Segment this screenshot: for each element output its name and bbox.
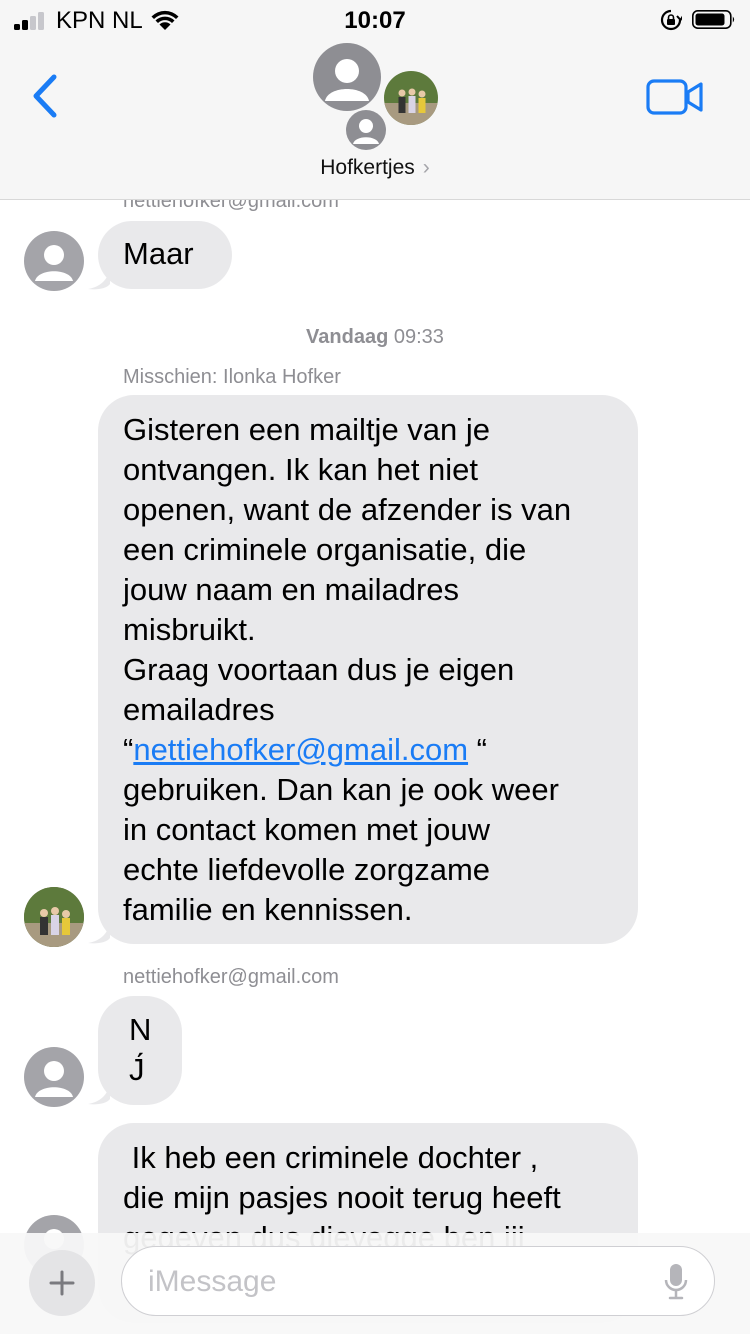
group-name[interactable]: Hofkertjes › (0, 156, 750, 180)
message-text: N J́ (129, 1012, 152, 1087)
timestamp-time: 09:33 (393, 326, 444, 348)
rotation-lock-icon (660, 9, 682, 31)
sender-label: nettiehofker@gmail.com (123, 966, 339, 988)
microphone-icon[interactable] (664, 1263, 688, 1301)
message-input[interactable] (146, 1259, 650, 1305)
plus-icon (49, 1270, 75, 1296)
compose-bar (0, 1233, 750, 1334)
video-call-button[interactable] (646, 78, 704, 116)
sender-label: Misschien: Ilonka Hofker (123, 366, 341, 388)
message-text: Maar (123, 236, 194, 271)
message-bubble[interactable]: Maar (98, 221, 232, 289)
apps-plus-button[interactable] (29, 1250, 95, 1316)
message-bubble[interactable]: Gisteren een mailtje van je ontvangen. I… (98, 395, 638, 944)
message-list[interactable]: nettiehofker@gmail.com Maar Vandaag 09:3… (0, 0, 750, 1334)
group-name-label: Hofkertjes (320, 156, 415, 179)
message-field[interactable] (121, 1246, 715, 1316)
contact-avatar[interactable] (24, 1047, 84, 1107)
battery-icon (692, 10, 735, 29)
timestamp-day: Vandaag (306, 326, 389, 348)
message-text: Gisteren een mailtje van je ontvangen. I… (98, 395, 638, 930)
group-avatar[interactable] (346, 110, 386, 150)
contact-avatar-photo[interactable] (24, 887, 84, 947)
chevron-right-icon: › (422, 156, 430, 179)
contact-avatar[interactable] (24, 231, 84, 291)
email-link[interactable]: nettiehofker@gmail.com (133, 732, 468, 767)
timestamp: Vandaag 09:33 (0, 326, 750, 349)
back-button[interactable] (28, 72, 62, 120)
status-bar: KPN NL 10:07 (0, 0, 750, 40)
message-text-part: Gisteren een mailtje van je ontvangen. I… (123, 412, 572, 767)
clock: 10:07 (344, 7, 406, 34)
group-avatar-photo[interactable] (384, 71, 438, 125)
message-bubble[interactable]: N J́ (98, 996, 182, 1105)
conversation-header: KPN NL 10:07 Hofkertjes › (0, 0, 750, 200)
group-avatar[interactable] (313, 43, 381, 111)
